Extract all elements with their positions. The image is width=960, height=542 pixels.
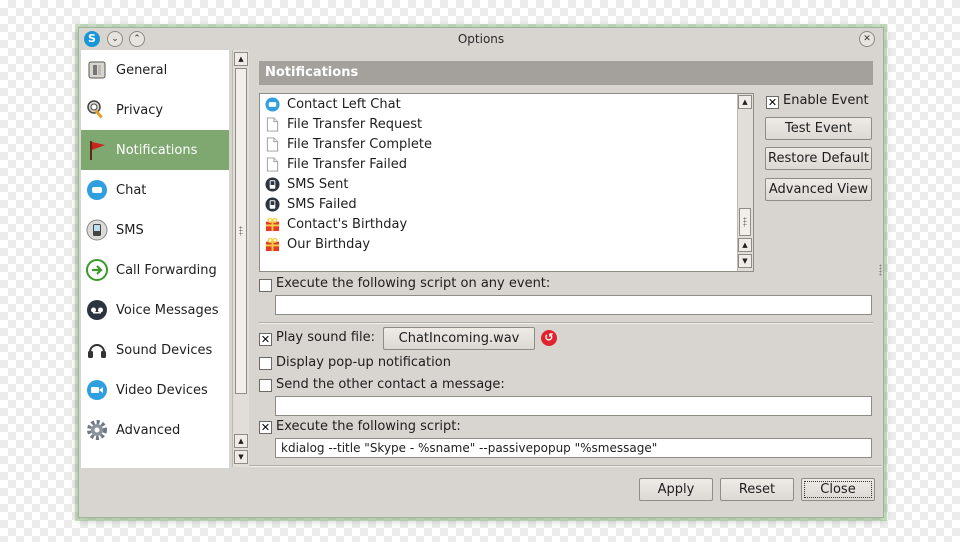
video-icon xyxy=(85,378,109,402)
popup-label: Display pop-up notification xyxy=(276,355,451,370)
general-icon xyxy=(85,58,109,82)
flag-icon xyxy=(85,138,109,162)
sidebar-item-label: Sound Devices xyxy=(116,342,213,358)
popup-checkbox[interactable] xyxy=(259,357,272,370)
sidebar-item-general[interactable]: General xyxy=(81,50,229,90)
reset-sound-icon[interactable]: ↺ xyxy=(541,330,557,346)
chat-icon xyxy=(85,178,109,202)
headset-icon xyxy=(85,338,109,362)
chat-bubble-icon xyxy=(264,96,280,112)
file-icon xyxy=(264,136,280,152)
sms-phone-icon xyxy=(264,176,280,192)
scroll-down-arrow-icon[interactable]: ▼ xyxy=(738,254,752,268)
sidebar-item-privacy[interactable]: Privacy xyxy=(81,90,229,130)
execute-any-checkbox[interactable] xyxy=(259,279,272,292)
play-sound-checkbox[interactable]: ✕ xyxy=(259,333,272,346)
sidebar-item-label: Call Forwarding xyxy=(116,262,217,278)
sms-phone-icon xyxy=(264,196,280,212)
advanced-view-button[interactable]: Advanced View xyxy=(765,178,872,201)
event-label: Contact Left Chat xyxy=(287,96,401,112)
close-window-button[interactable]: ✕ xyxy=(859,31,875,47)
gift-icon xyxy=(264,216,280,232)
list-item[interactable]: File Transfer Request xyxy=(264,114,422,134)
sidebar-item-label: Advanced xyxy=(116,422,181,438)
file-icon xyxy=(264,156,280,172)
test-event-button[interactable]: Test Event xyxy=(765,117,872,140)
sidebar-item-sound-devices[interactable]: Sound Devices xyxy=(81,330,229,370)
sidebar-item-voice-messages[interactable]: Voice Messages xyxy=(81,290,229,330)
options-sidebar: General Privacy Notifications Chat SMS C… xyxy=(81,50,229,468)
list-item[interactable]: File Transfer Failed xyxy=(264,154,407,174)
sidebar-item-label: Video Devices xyxy=(116,382,208,398)
sidebar-item-partial[interactable] xyxy=(81,450,229,468)
title-bar: S ⌄ ⌃ Options ✕ xyxy=(79,28,883,50)
privacy-icon xyxy=(85,98,109,122)
divider xyxy=(259,322,873,324)
sound-file-button[interactable]: ChatIncoming.wav xyxy=(383,327,535,350)
enable-event-checkbox[interactable]: ✕ xyxy=(766,96,779,109)
restore-default-button[interactable]: Restore Default xyxy=(765,147,872,170)
event-label: File Transfer Failed xyxy=(287,156,408,172)
sidebar-item-advanced[interactable]: Advanced xyxy=(81,410,229,450)
execute-any-label: Execute the following script on any even… xyxy=(276,276,551,291)
execute-script-checkbox[interactable]: ✕ xyxy=(259,421,272,434)
sidebar-item-label: Chat xyxy=(116,182,147,198)
sidebar-item-video-devices[interactable]: Video Devices xyxy=(81,370,229,410)
event-label: SMS Failed xyxy=(287,196,357,212)
event-label: Our Birthday xyxy=(287,236,371,252)
event-label: Contact's Birthday xyxy=(287,216,408,232)
options-window: S ⌄ ⌃ Options ✕ General Privacy Notifica… xyxy=(78,27,884,518)
list-item[interactable]: SMS Sent xyxy=(264,174,348,194)
gift-icon xyxy=(264,236,280,252)
execute-any-input[interactable] xyxy=(275,295,872,315)
sidebar-item-label: Voice Messages xyxy=(116,302,219,318)
send-message-checkbox[interactable] xyxy=(259,379,272,392)
close-button[interactable]: Close xyxy=(801,478,875,501)
sidebar-item-sms[interactable]: SMS xyxy=(81,210,229,250)
scroll-up-arrow-icon[interactable]: ▲ xyxy=(234,52,248,66)
file-icon xyxy=(264,116,280,132)
section-header: Notifications xyxy=(259,61,873,85)
send-message-label: Send the other contact a message: xyxy=(276,377,505,392)
sidebar-item-chat[interactable]: Chat xyxy=(81,170,229,210)
event-label: File Transfer Request xyxy=(287,116,423,132)
gear-icon xyxy=(85,418,109,442)
apply-button[interactable]: Apply xyxy=(639,478,713,501)
sidebar-item-label: Privacy xyxy=(116,102,164,118)
sidebar-scroll-thumb[interactable] xyxy=(235,68,247,394)
event-list-scrollbar[interactable]: ▲ ▲ ▼ xyxy=(737,94,753,271)
play-sound-label: Play sound file: xyxy=(276,330,376,345)
sidebar-scrollbar[interactable]: ▲ ▲ ▼ xyxy=(232,50,249,467)
reset-button[interactable]: Reset xyxy=(720,478,794,501)
scroll-up-arrow-icon[interactable]: ▲ xyxy=(738,238,752,252)
sidebar-item-label: SMS xyxy=(116,222,144,238)
enable-event-label: Enable Event xyxy=(783,93,869,108)
scroll-up-arrow-icon[interactable]: ▲ xyxy=(234,434,248,448)
list-item[interactable]: Our Birthday xyxy=(264,234,370,254)
list-item[interactable]: Contact's Birthday xyxy=(264,214,407,234)
event-label: File Transfer Complete xyxy=(287,136,432,152)
scroll-up-arrow-icon[interactable]: ▲ xyxy=(738,95,752,109)
event-label: SMS Sent xyxy=(287,176,349,192)
sms-icon xyxy=(85,218,109,242)
list-item[interactable]: Contact Left Chat xyxy=(264,94,401,114)
execute-script-label: Execute the following script: xyxy=(276,419,461,434)
sidebar-item-label: Notifications xyxy=(116,142,198,158)
list-item[interactable]: File Transfer Complete xyxy=(264,134,432,154)
event-list[interactable]: Contact Left Chat File Transfer Request … xyxy=(259,93,754,272)
voice-messages-icon xyxy=(85,298,109,322)
sidebar-item-notifications[interactable]: Notifications xyxy=(81,130,229,170)
window-title: Options xyxy=(457,32,505,46)
call-forwarding-icon xyxy=(85,258,109,282)
sidebar-item-call-forwarding[interactable]: Call Forwarding xyxy=(81,250,229,290)
footer-divider xyxy=(249,465,881,467)
list-item[interactable]: SMS Failed xyxy=(264,194,357,214)
partial-item-icon xyxy=(85,458,109,468)
scroll-down-arrow-icon[interactable]: ▼ xyxy=(234,450,248,464)
sidebar-item-label: General xyxy=(116,62,168,78)
resize-grip[interactable] xyxy=(879,264,882,276)
execute-script-input[interactable]: kdialog --title "Skype - %sname" --passi… xyxy=(275,438,872,458)
event-list-scroll-thumb[interactable] xyxy=(739,208,751,236)
send-message-input[interactable] xyxy=(275,396,872,416)
